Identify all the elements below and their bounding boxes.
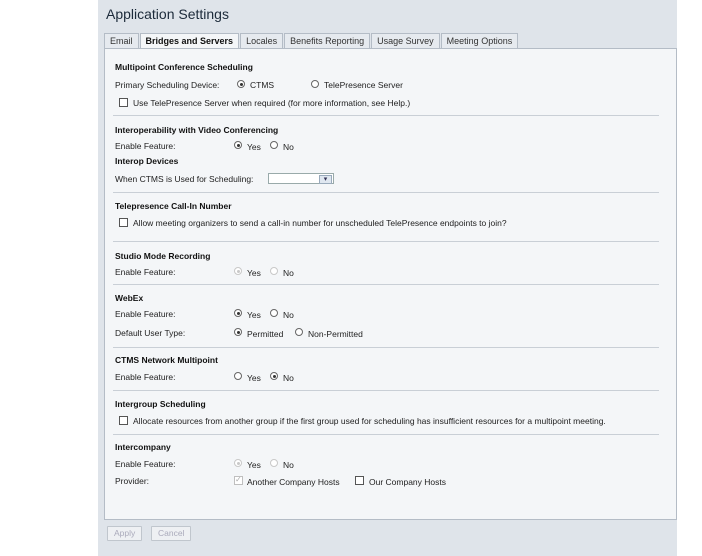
studio-heading: Studio Mode Recording xyxy=(115,251,211,261)
interop-devices-heading: Interop Devices xyxy=(115,156,179,166)
interop-device-select[interactable]: ▾ xyxy=(268,173,334,184)
divider xyxy=(113,347,659,348)
ctms-network-yes-radio[interactable] xyxy=(234,372,242,380)
non-permitted-radio[interactable] xyxy=(295,328,303,336)
interop-heading: Interoperability with Video Conferencing xyxy=(115,125,279,135)
telepresence-server-radio[interactable] xyxy=(311,80,319,88)
ctms-radio-label: CTMS xyxy=(250,80,275,90)
intergroup-heading: Intergroup Scheduling xyxy=(115,399,206,409)
divider xyxy=(113,192,659,193)
interop-yes-label: Yes xyxy=(247,142,261,152)
tab-usage-survey[interactable]: Usage Survey xyxy=(371,33,440,48)
interop-yes-radio[interactable] xyxy=(234,141,242,149)
another-company-label: Another Company Hosts xyxy=(247,477,340,487)
cancel-button[interactable]: Cancel xyxy=(151,526,192,541)
intercompany-yes-radio xyxy=(234,459,242,467)
tab-bridges-and-servers[interactable]: Bridges and Servers xyxy=(139,33,240,49)
permitted-label: Permitted xyxy=(247,329,284,339)
webex-yes-radio[interactable] xyxy=(234,309,242,317)
user-type-label: Default User Type: xyxy=(115,328,186,338)
tab-meeting-options[interactable]: Meeting Options xyxy=(440,33,519,48)
webex-no-radio[interactable] xyxy=(270,309,278,317)
studio-enable-label: Enable Feature: xyxy=(115,267,176,277)
tab-locales[interactable]: Locales xyxy=(240,33,284,48)
ctms-network-enable-label: Enable Feature: xyxy=(115,372,176,382)
ctms-scheduling-label: When CTMS is Used for Scheduling: xyxy=(115,174,254,184)
multipoint-heading: Multipoint Conference Scheduling xyxy=(115,62,253,72)
interop-enable-label: Enable Feature: xyxy=(115,141,176,151)
intercompany-enable-label: Enable Feature: xyxy=(115,459,176,469)
studio-yes-label: Yes xyxy=(247,268,261,278)
chevron-down-icon[interactable]: ▾ xyxy=(319,175,332,184)
tab-bar: Email Bridges and Servers Locales Benefi… xyxy=(104,33,519,49)
webex-heading: WebEx xyxy=(115,293,144,303)
webex-yes-label: Yes xyxy=(247,310,261,320)
our-company-checkbox[interactable] xyxy=(355,476,364,485)
another-company-checkbox xyxy=(234,475,243,485)
settings-panel: Multipoint Conference Scheduling Primary… xyxy=(104,48,677,520)
intercompany-no-radio xyxy=(270,459,278,467)
ctms-radio[interactable] xyxy=(237,80,245,88)
ctms-network-heading: CTMS Network Multipoint xyxy=(115,355,218,365)
permitted-radio[interactable] xyxy=(234,328,242,336)
intercompany-no-label: No xyxy=(283,460,294,470)
divider xyxy=(113,241,659,242)
apply-button[interactable]: Apply xyxy=(107,526,143,541)
studio-no-label: No xyxy=(283,268,294,278)
intercompany-yes-label: Yes xyxy=(247,460,261,470)
divider xyxy=(113,115,659,116)
telepresence-server-radio-label: TelePresence Server xyxy=(324,80,403,90)
ctms-network-no-radio[interactable] xyxy=(270,372,278,380)
our-company-label: Our Company Hosts xyxy=(369,477,446,487)
tab-benefits-reporting[interactable]: Benefits Reporting xyxy=(284,33,371,48)
non-permitted-label: Non-Permitted xyxy=(308,329,363,339)
ctms-network-no-label: No xyxy=(283,373,294,383)
divider xyxy=(113,284,659,285)
intergroup-label: Allocate resources from another group if… xyxy=(133,416,606,426)
divider xyxy=(113,434,659,435)
studio-no-radio xyxy=(270,267,278,275)
studio-yes-radio xyxy=(234,267,242,275)
tab-email[interactable]: Email xyxy=(104,33,139,48)
intergroup-checkbox[interactable] xyxy=(119,416,128,425)
webex-enable-label: Enable Feature: xyxy=(115,309,176,319)
webex-no-label: No xyxy=(283,310,294,320)
page-title: Application Settings xyxy=(106,6,229,22)
callin-checkbox[interactable] xyxy=(119,218,128,227)
ctms-network-yes-label: Yes xyxy=(247,373,261,383)
interop-no-label: No xyxy=(283,142,294,152)
interop-no-radio[interactable] xyxy=(270,141,278,149)
divider xyxy=(113,390,659,391)
primary-device-label: Primary Scheduling Device: xyxy=(115,80,220,90)
intercompany-heading: Intercompany xyxy=(115,442,171,452)
use-tps-checkbox[interactable] xyxy=(119,98,128,107)
provider-label: Provider: xyxy=(115,476,150,486)
callin-heading: Telepresence Call-In Number xyxy=(115,201,232,211)
settings-window: Application Settings Email Bridges and S… xyxy=(98,0,677,556)
callin-label: Allow meeting organizers to send a call-… xyxy=(133,218,507,228)
use-tps-label: Use TelePresence Server when required (f… xyxy=(133,98,411,108)
